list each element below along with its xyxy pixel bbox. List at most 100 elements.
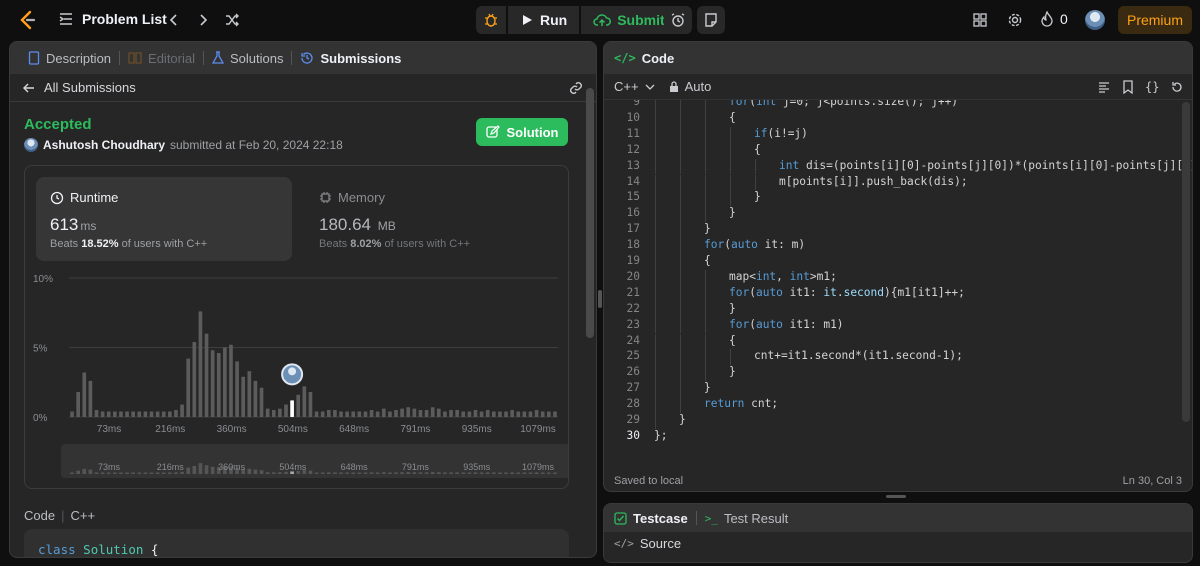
code-line: for(auto it1: it.second){m1[it1]++; <box>729 285 965 299</box>
indent-guide <box>680 381 681 398</box>
test-result-label: Test Result <box>723 510 789 526</box>
code-tab-label: Code <box>641 50 675 66</box>
code-class-name: Solution <box>83 542 144 557</box>
reset-icon[interactable] <box>1170 80 1184 94</box>
left-tabs: Description Editorial Solutions Submissi… <box>10 42 596 74</box>
author-name[interactable]: Ashutosh Choudhary <box>43 138 165 152</box>
overview-bar <box>388 472 392 474</box>
submitted-code-preview[interactable]: class Solution { <box>24 529 569 557</box>
histogram-bar <box>351 411 356 417</box>
code-editor[interactable]: 9 for(int j=0; j<points.size(); j++) 10 {11… <box>604 100 1192 470</box>
code-line: map<int, int>m1; <box>729 269 837 283</box>
bug-icon <box>485 13 497 27</box>
language-select[interactable]: C++ <box>614 79 655 94</box>
editor-status-bar: Saved to local Ln 30, Col 3 <box>604 470 1192 491</box>
overview-bar <box>479 472 484 474</box>
submit-button[interactable]: Submit <box>581 6 677 34</box>
tab-testcase[interactable]: Testcase <box>614 511 688 526</box>
overview-bar <box>320 472 325 474</box>
indent-guide <box>705 142 706 159</box>
histogram-bar <box>400 408 404 417</box>
tab-editorial[interactable]: Editorial <box>120 51 203 66</box>
overview-bar <box>339 472 343 474</box>
overview-bar <box>125 472 129 474</box>
x-tick-label: 73ms <box>97 424 121 435</box>
code-scrollbar[interactable] <box>1182 102 1190 422</box>
indent-guide <box>705 349 706 366</box>
tab-description[interactable]: Description <box>20 51 119 66</box>
format-icon[interactable] <box>1097 80 1111 94</box>
streak-counter[interactable]: 0 <box>1040 11 1068 27</box>
histogram-bar <box>375 411 380 417</box>
tab-solutions[interactable]: Solutions <box>204 51 291 66</box>
timer-button[interactable] <box>664 6 692 34</box>
x-tick-label: 791ms <box>400 424 430 435</box>
line-number: 13 <box>626 158 640 172</box>
histogram-bar <box>412 408 417 417</box>
histogram-bar <box>119 411 123 417</box>
vertical-resize-handle[interactable] <box>598 290 602 308</box>
overview-bar <box>345 472 349 474</box>
status-accepted: Accepted <box>24 116 92 133</box>
indent-guide <box>680 100 681 111</box>
tab-test-result[interactable]: >_ Test Result <box>705 511 789 526</box>
source-label: Source <box>639 536 682 551</box>
histogram-bar <box>265 408 270 417</box>
notes-button[interactable] <box>697 6 725 34</box>
overview-bar <box>247 468 252 474</box>
arrow-left-icon[interactable] <box>22 81 36 95</box>
left-scrollbar[interactable] <box>586 88 594 338</box>
leetcode-logo-icon[interactable] <box>18 10 38 30</box>
histogram-bar <box>284 404 288 417</box>
histogram-bar <box>424 410 429 417</box>
shuffle-icon[interactable] <box>224 12 240 28</box>
debug-button[interactable] <box>476 6 506 34</box>
overview-bar <box>363 472 368 474</box>
chevron-right-icon[interactable] <box>195 12 211 28</box>
overview-tick-label: 216ms <box>157 462 185 472</box>
y-tick-label: 10% <box>33 274 53 285</box>
horizontal-resize-handle[interactable] <box>886 495 906 498</box>
tab-solutions-label: Solutions <box>230 50 284 66</box>
overview-bar <box>186 467 191 474</box>
indent-guide <box>655 317 656 334</box>
solution-label: Solution <box>506 124 559 140</box>
histogram-bar <box>308 391 313 417</box>
premium-button[interactable]: Premium <box>1118 6 1192 34</box>
braces-icon[interactable]: {} <box>1145 80 1159 94</box>
runtime-distribution-chart[interactable]: 10% 5% 0% 73ms 216ms 360ms 504ms 648ms 791ms 935m… <box>25 266 568 496</box>
histogram-bar <box>253 380 258 417</box>
histogram-bar <box>76 391 81 417</box>
histogram-bar <box>546 411 551 417</box>
gear-icon[interactable] <box>1007 12 1023 28</box>
runtime-card[interactable]: Runtime 613 ms Beats 18.52% of users with… <box>36 177 292 261</box>
indent-guide <box>655 206 656 223</box>
layout-grid-icon[interactable] <box>972 12 988 28</box>
line-number: 19 <box>626 254 640 267</box>
document-icon <box>28 51 40 65</box>
problem-list-button[interactable]: Problem List <box>58 11 167 27</box>
auto-mode[interactable]: Auto <box>669 79 712 94</box>
memory-card[interactable]: Memory 180.64 MB Beats 8.02% of users wi… <box>305 177 555 261</box>
overview-bar <box>333 472 337 474</box>
testcase-tabs: Testcase >_ Test Result <box>604 504 1192 532</box>
line-number: 20 <box>626 269 640 283</box>
bookmark-icon[interactable] <box>1121 79 1135 94</box>
testcase-label: Testcase <box>633 510 688 526</box>
source-toggle[interactable]: </> Source <box>604 532 1192 555</box>
runtime-beats-prefix: Beats <box>50 238 79 250</box>
link-icon[interactable] <box>568 80 584 96</box>
indent-guide <box>655 269 656 286</box>
avatar[interactable] <box>1085 10 1105 30</box>
terminal-icon: >_ <box>704 511 718 525</box>
indent-guide <box>655 158 656 175</box>
overview-bar <box>265 472 270 474</box>
auto-label: Auto <box>684 79 712 94</box>
run-button[interactable]: Run <box>508 6 580 34</box>
all-submissions-link[interactable]: All Submissions <box>44 80 136 95</box>
tab-submissions[interactable]: Submissions <box>292 51 409 66</box>
solution-button[interactable]: Solution <box>476 118 568 146</box>
code-line: } <box>679 413 686 426</box>
indent-guide <box>755 174 756 191</box>
chevron-left-icon[interactable] <box>166 12 182 28</box>
